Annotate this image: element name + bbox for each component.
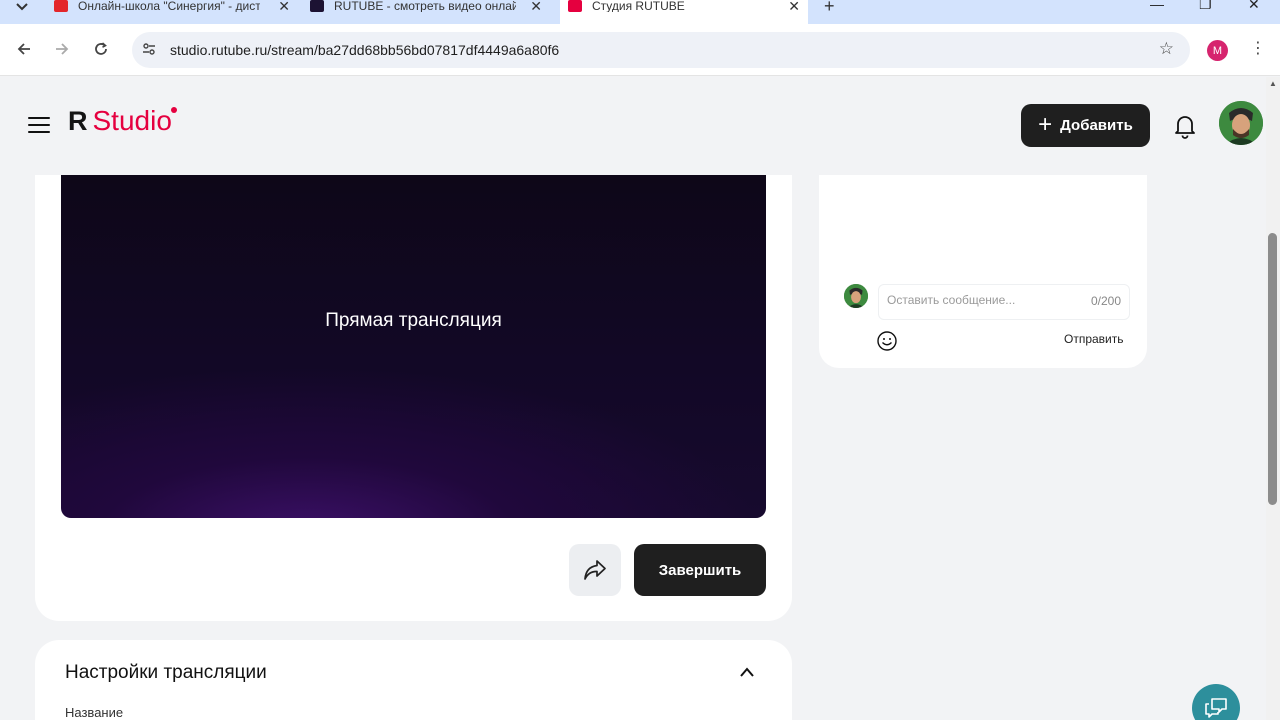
stream-player-card: Прямая трансляция Завершить (35, 175, 792, 621)
browser-menu-icon[interactable]: ⋮ (1250, 38, 1266, 58)
back-arrow-icon[interactable] (13, 38, 35, 60)
page-scrollbar[interactable]: ▲ (1266, 77, 1280, 720)
hamburger-menu-icon[interactable] (28, 117, 50, 133)
scroll-thumb[interactable] (1268, 233, 1277, 505)
tab-close-icon[interactable]: ✕ (530, 0, 542, 15)
browser-tab-studio[interactable]: Студия RUTUBE ✕ (560, 0, 808, 24)
restore-window-icon[interactable]: ❐ (1199, 0, 1212, 13)
finish-stream-button[interactable]: Завершить (634, 544, 766, 596)
support-chat-button[interactable] (1192, 684, 1240, 720)
new-tab-plus-icon[interactable]: + (824, 0, 835, 17)
studio-header: R Studio + Добавить (0, 77, 1266, 175)
settings-title: Настройки трансляции (65, 662, 267, 683)
forward-arrow-icon[interactable] (51, 38, 73, 60)
browser-tab-synergy[interactable]: Онлайн-школа "Синергия" - дист ✕ (54, 0, 290, 24)
url-text: studio.rutube.ru/stream/ba27dd68bb56bd07… (170, 42, 560, 58)
chat-card: 0/200 Отправить (819, 175, 1147, 368)
stream-settings-card: Настройки трансляции Название (35, 640, 792, 720)
name-field-label: Название (65, 705, 124, 720)
address-bar[interactable]: studio.rutube.ru/stream/ba27dd68bb56bd07… (132, 32, 1190, 68)
tab-title: Онлайн-школа "Синергия" - дист (78, 0, 260, 12)
add-button-label: Добавить (1060, 117, 1133, 134)
rutube-favicon-icon (310, 0, 324, 12)
emoji-smile-icon[interactable] (876, 330, 898, 352)
studio-favicon-icon (568, 0, 582, 12)
reload-icon[interactable] (90, 38, 112, 60)
logo-dot (170, 107, 177, 113)
share-arrow-icon (584, 560, 606, 580)
site-settings-icon[interactable] (142, 42, 156, 59)
synergy-favicon-icon (54, 0, 68, 12)
tab-search-chevron-icon[interactable] (10, 0, 34, 14)
minimize-window-icon[interactable]: — (1150, 0, 1164, 12)
close-window-icon[interactable]: ✕ (1248, 0, 1260, 13)
browser-tab-rutube[interactable]: RUTUBE - смотреть видео онлай ✕ (310, 0, 542, 24)
tab-close-icon[interactable]: ✕ (278, 0, 290, 15)
browser-toolbar: studio.rutube.ru/stream/ba27dd68bb56bd07… (0, 24, 1280, 76)
chat-send-button[interactable]: Отправить (1064, 332, 1124, 346)
rstudio-logo[interactable]: R Studio (68, 105, 177, 137)
stream-overlay-text: Прямая трансляция (325, 310, 502, 331)
browser-profile-avatar[interactable]: M (1207, 40, 1228, 61)
tab-title: RUTUBE - смотреть видео онлай (334, 0, 516, 12)
browser-tab-strip: Онлайн-школа "Синергия" - дист ✕ RUTUBE … (0, 0, 1280, 24)
collapse-chevron-up-icon[interactable] (739, 666, 755, 678)
add-button[interactable]: + Добавить (1021, 104, 1150, 147)
scroll-up-arrow-icon[interactable]: ▲ (1269, 79, 1277, 88)
tab-close-icon[interactable]: ✕ (788, 0, 800, 15)
chat-message-input[interactable] (887, 293, 1077, 307)
bookmark-star-icon[interactable]: ☆ (1159, 39, 1174, 59)
chat-message-field[interactable]: 0/200 (878, 284, 1130, 320)
support-chat-bubbles-icon (1205, 698, 1227, 718)
tab-title: Студия RUTUBE (592, 0, 685, 12)
notifications-bell-icon[interactable] (1173, 113, 1197, 139)
plus-icon: + (1038, 110, 1053, 138)
chat-char-counter: 0/200 (1090, 294, 1121, 308)
user-avatar[interactable] (1219, 101, 1263, 145)
share-button[interactable] (569, 544, 621, 596)
logo-letter: R (68, 106, 87, 136)
chat-user-avatar (844, 284, 868, 308)
logo-text: Studio (92, 105, 172, 136)
stream-video-preview[interactable]: Прямая трансляция (61, 175, 766, 518)
